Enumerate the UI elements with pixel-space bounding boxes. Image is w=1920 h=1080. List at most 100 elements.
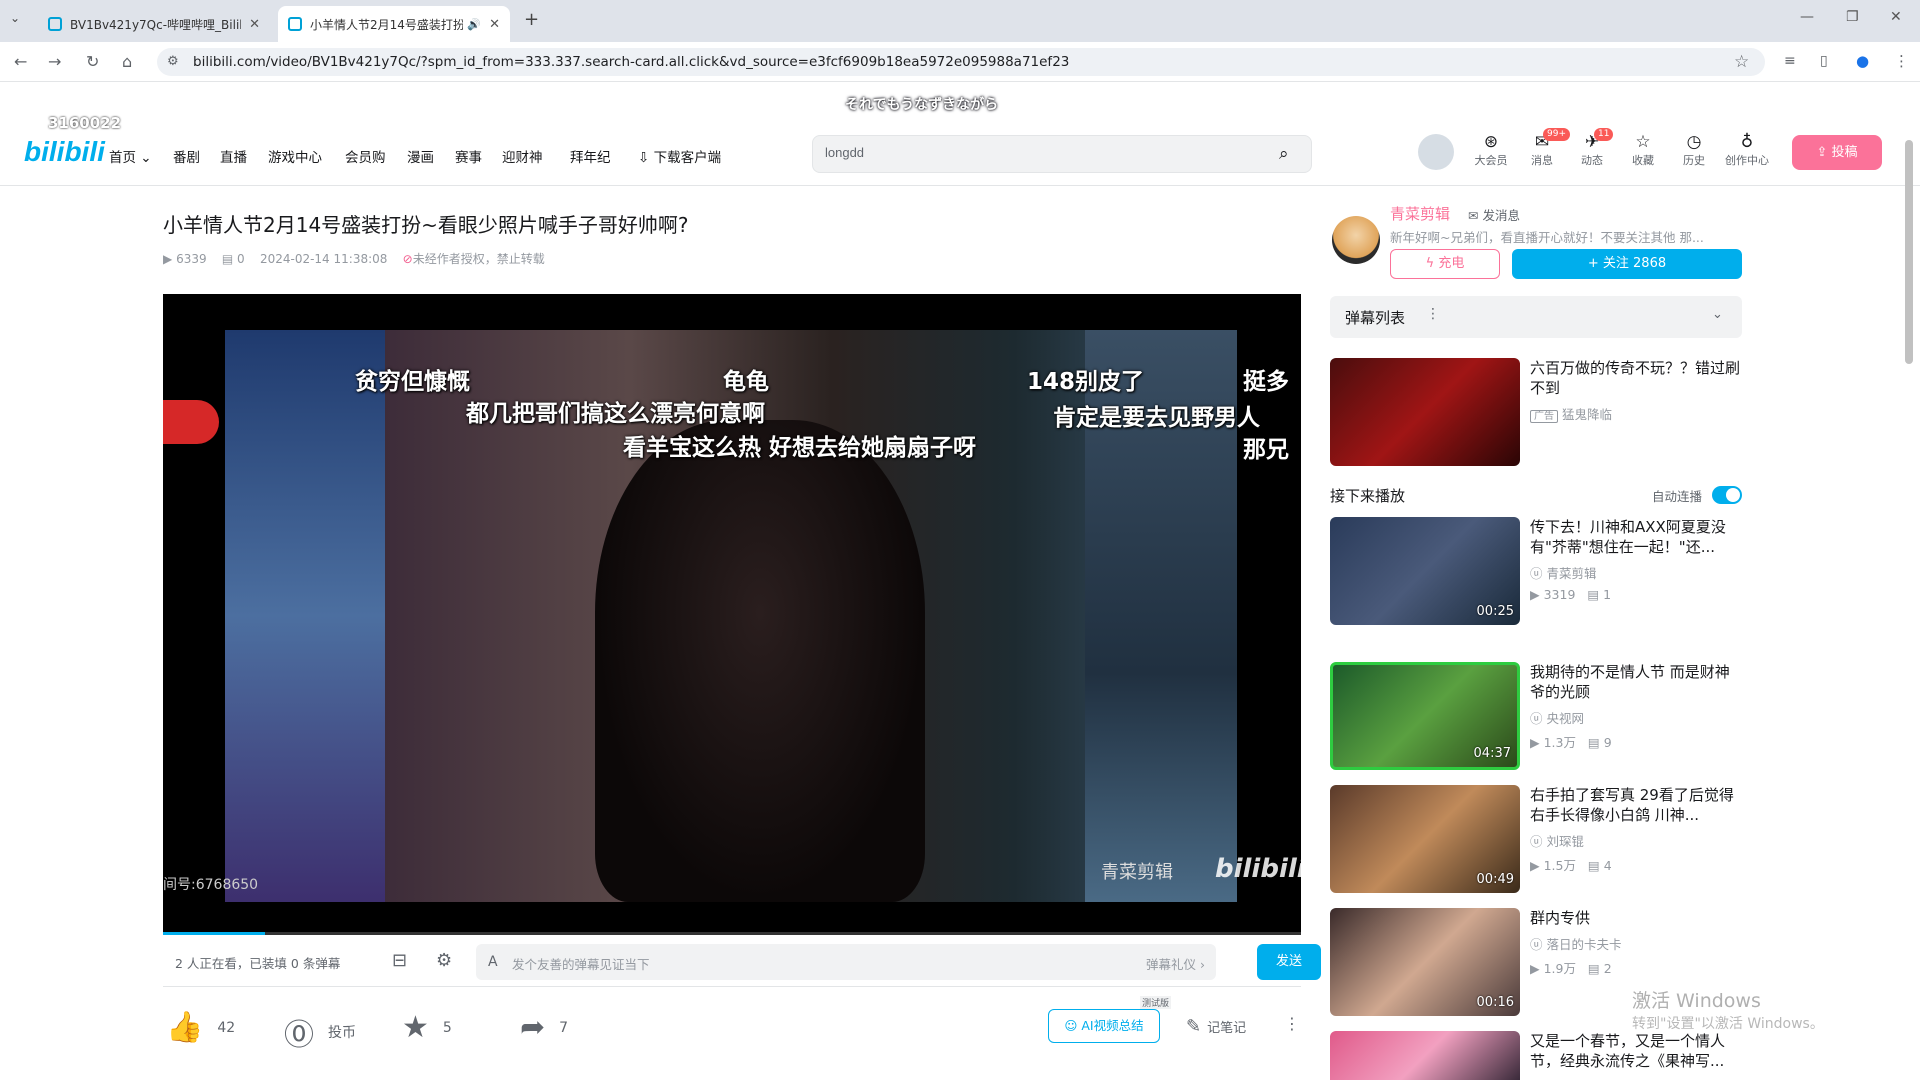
close-icon[interactable]: ✕ bbox=[489, 17, 500, 32]
danmaku-text: 贫穷但慷慨 bbox=[355, 369, 470, 395]
vip-button[interactable]: ⊛ 大会员 bbox=[1473, 132, 1509, 168]
nav-bainianji[interactable]: 拜年纪 bbox=[570, 146, 611, 166]
search-input[interactable] bbox=[825, 145, 1255, 160]
reload-icon[interactable]: ↻ bbox=[86, 52, 99, 71]
charge-button[interactable]: ϟ 充电 bbox=[1390, 249, 1500, 279]
search-box[interactable]: ⌕ bbox=[812, 135, 1312, 173]
video-card-stats: ▶ 1.3万 ▤ 9 bbox=[1530, 735, 1612, 750]
close-icon[interactable]: ✕ bbox=[249, 17, 260, 32]
history-button[interactable]: ◷ 历史 bbox=[1676, 132, 1712, 168]
notes-button[interactable]: ✎ 记笔记 bbox=[1186, 1016, 1246, 1037]
favorite-button[interactable]: ★ 5 bbox=[402, 1010, 452, 1045]
star-icon: ★ bbox=[402, 1010, 429, 1045]
danmaku-list-panel[interactable]: 弹幕列表 ⋮ ⌄ bbox=[1330, 296, 1742, 338]
video-card-stats: ▶ 1.9万 ▤ 2 bbox=[1530, 961, 1612, 976]
danmaku-input[interactable]: A 发个友善的弹幕见证当下 弹幕礼仪 › bbox=[476, 944, 1216, 980]
audio-icon[interactable]: 🔊 bbox=[467, 18, 481, 31]
bookmark-star-icon[interactable]: ☆ bbox=[1734, 52, 1749, 72]
danmaku-text: 都几把哥们搞这么漂亮何意啊 bbox=[466, 401, 765, 427]
window-close-icon[interactable]: ✕ bbox=[1890, 9, 1902, 25]
forward-icon[interactable]: → bbox=[48, 52, 61, 71]
chevron-down-icon[interactable]: ⌄ bbox=[1712, 307, 1723, 322]
nav-comics[interactable]: 漫画 bbox=[407, 146, 434, 166]
danmaku-toggle-icon[interactable]: ⊟ bbox=[392, 950, 407, 971]
nav-download-client[interactable]: ⇩ 下载客户端 bbox=[638, 146, 721, 166]
new-tab-icon[interactable]: + bbox=[524, 9, 539, 30]
video-player[interactable]: 青菜剪辑 贫穷但慷慨 龟龟 148别皮了 挺多 都几把哥们搞这么漂亮何意啊 肯定… bbox=[163, 294, 1301, 934]
video-thumbnail[interactable]: 04:37 bbox=[1330, 662, 1520, 770]
video-card-up[interactable]: ⓤ 刘琛锟 bbox=[1530, 831, 1584, 850]
video-thumbnail[interactable] bbox=[1330, 1031, 1520, 1080]
share-button[interactable]: ➦ 7 bbox=[520, 1010, 568, 1045]
video-thumbnail[interactable]: 00:49 bbox=[1330, 785, 1520, 893]
nav-anime[interactable]: 番剧 bbox=[173, 146, 200, 166]
bilibili-logo[interactable]: bilibili bbox=[24, 136, 105, 168]
up-icon: ⓤ bbox=[1530, 937, 1543, 952]
up-icon: ⓤ bbox=[1530, 566, 1543, 581]
duration: 00:25 bbox=[1476, 604, 1514, 619]
media-icon[interactable]: ≡ bbox=[1784, 53, 1796, 69]
url-text[interactable]: bilibili.com/video/BV1Bv421y7Qc/?spm_id_… bbox=[193, 54, 1069, 70]
site-info-icon[interactable]: ⚙ bbox=[167, 54, 179, 69]
profile-icon[interactable]: ● bbox=[1856, 52, 1869, 70]
ad-thumbnail[interactable] bbox=[1330, 358, 1520, 466]
page-scrollbar[interactable] bbox=[1905, 140, 1913, 364]
video-card-title[interactable]: 群内专供 bbox=[1530, 908, 1740, 928]
tab-2[interactable]: 小羊情人节2月14号盛装打扮~ 🔊 ✕ bbox=[278, 6, 510, 42]
danmaku-text: 148别皮了 bbox=[1027, 369, 1145, 395]
restore-icon[interactable]: ❐ bbox=[1846, 9, 1859, 25]
favorites-button[interactable]: ☆ 收藏 bbox=[1625, 132, 1661, 168]
video-card-up[interactable]: ⓤ 青菜剪辑 bbox=[1530, 563, 1597, 582]
robot-icon: ☺ bbox=[1064, 1018, 1078, 1033]
nav-live[interactable]: 直播 bbox=[220, 146, 247, 166]
coin-button[interactable]: ⓪ 投币 bbox=[284, 1010, 356, 1054]
back-icon[interactable]: ← bbox=[14, 52, 27, 71]
danmaku-count: 0 bbox=[237, 252, 245, 266]
minimize-icon[interactable]: — bbox=[1800, 9, 1814, 25]
search-icon[interactable]: ⌕ bbox=[1279, 144, 1289, 164]
windows-activation-hint: 转到"设置"以激活 Windows。 bbox=[1632, 1016, 1824, 1032]
video-thumbnail[interactable]: 00:25 bbox=[1330, 517, 1520, 625]
share-icon: ➦ bbox=[520, 1010, 546, 1045]
nav-caishen[interactable]: 迎财神 bbox=[502, 146, 543, 166]
menu-icon[interactable]: ⋮ bbox=[1894, 52, 1909, 70]
more-icon[interactable]: ⋮ bbox=[1284, 1014, 1300, 1033]
upload-button[interactable]: ⇪ 投稿 bbox=[1792, 135, 1882, 170]
tab-list-icon[interactable]: ⌄ bbox=[10, 11, 20, 25]
sidepanel-icon[interactable]: ▯ bbox=[1820, 53, 1828, 69]
more-icon[interactable]: ⋮ bbox=[1426, 306, 1440, 322]
follow-button[interactable]: + 关注 2868 bbox=[1512, 249, 1742, 279]
video-thumbnail[interactable]: 00:16 bbox=[1330, 908, 1520, 1016]
video-card-up[interactable]: ⓤ 落日的卡夫卡 bbox=[1530, 934, 1622, 953]
home-icon[interactable]: ⌂ bbox=[122, 52, 132, 71]
video-card-title[interactable]: 右手拍了套写真 29看了后觉得右手长得像小白鸽 川神... bbox=[1530, 785, 1740, 825]
video-card-title[interactable]: 传下去！川神和AXX阿夏夏没有"芥蒂"想住在一起！"还... bbox=[1530, 517, 1740, 557]
danmaku-etiquette-link[interactable]: 弹幕礼仪 › bbox=[1146, 954, 1205, 973]
video-card-stats: ▶ 1.5万 ▤ 4 bbox=[1530, 858, 1612, 873]
copyright-notice: 未经作者授权，禁止转载 bbox=[412, 252, 545, 266]
send-message-link[interactable]: ✉ 发消息 bbox=[1468, 205, 1520, 224]
nav-games[interactable]: 游戏中心 bbox=[268, 146, 322, 166]
nav-mall[interactable]: 会员购 bbox=[345, 146, 386, 166]
nav-home[interactable]: 首页 ⌄ bbox=[109, 146, 152, 166]
danmaku-settings-icon[interactable]: ⚙ bbox=[436, 950, 452, 971]
send-button[interactable]: 发送 bbox=[1257, 944, 1321, 980]
uploader-name[interactable]: 青菜剪辑 bbox=[1390, 203, 1450, 224]
font-style-icon[interactable]: A bbox=[488, 954, 498, 970]
nav-esports[interactable]: 赛事 bbox=[455, 146, 482, 166]
danmaku-text: 那兄 bbox=[1243, 437, 1289, 463]
ai-summary-button[interactable]: ☺ AI视频总结 bbox=[1048, 1009, 1160, 1043]
like-button[interactable]: 👍 42 bbox=[166, 1010, 235, 1045]
avatar[interactable] bbox=[1418, 134, 1454, 170]
tab-1[interactable]: BV1Bv421y7Qc-哔哩哔哩_Bilibili ✕ bbox=[38, 6, 270, 42]
up-icon: ⓤ bbox=[1530, 711, 1543, 726]
uploader-avatar[interactable] bbox=[1332, 216, 1380, 264]
ad-title[interactable]: 六百万做的传奇不玩？？错过刷不到 bbox=[1530, 358, 1740, 398]
autoplay-toggle[interactable] bbox=[1712, 486, 1742, 504]
video-card-title[interactable]: 我期待的不是情人节 而是财神爷的光顾 bbox=[1530, 662, 1740, 702]
play-count: 6339 bbox=[176, 252, 207, 266]
creator-center-button[interactable]: ♁ 创作中心 bbox=[1722, 132, 1772, 168]
up-icon: ⓤ bbox=[1530, 834, 1543, 849]
video-card-up[interactable]: ⓤ 央视网 bbox=[1530, 708, 1584, 727]
video-card-title[interactable]: 又是一个春节，又是一个情人节，经典永流传之《果神写... bbox=[1530, 1031, 1740, 1071]
